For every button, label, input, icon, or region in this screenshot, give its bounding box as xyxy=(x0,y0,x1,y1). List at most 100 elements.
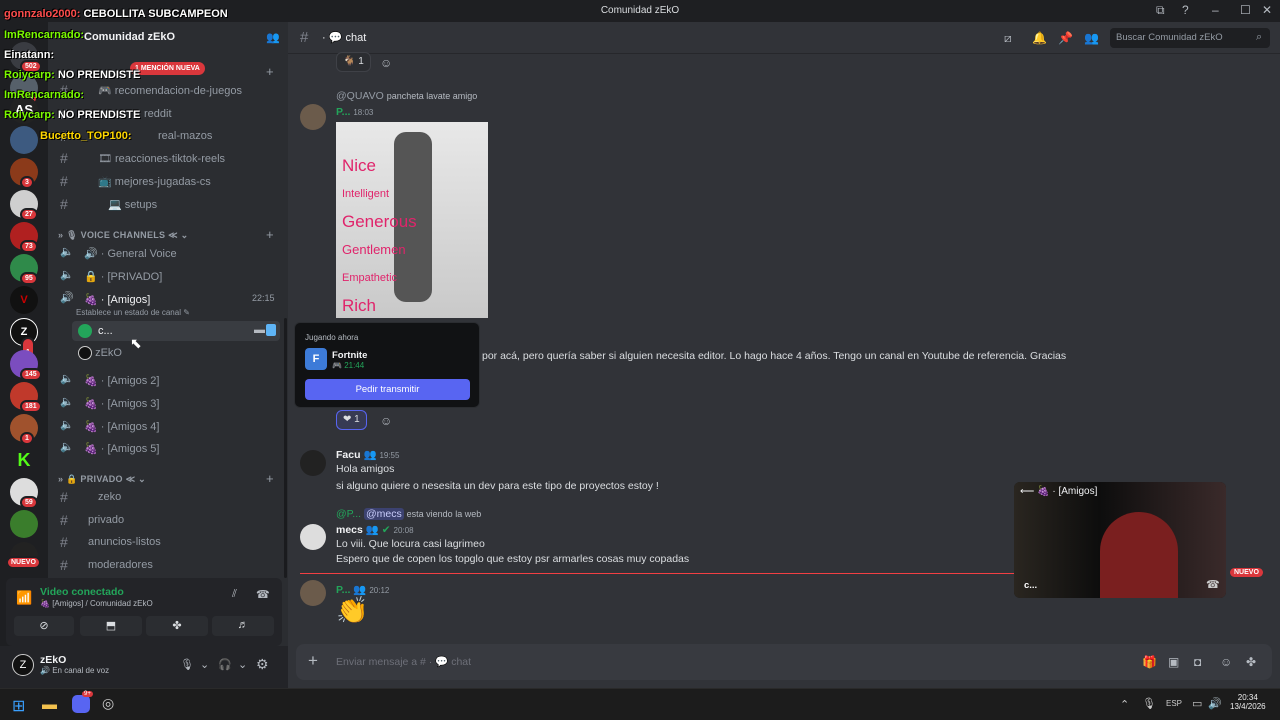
channel-item[interactable]: # privado xyxy=(58,510,280,530)
channel-status[interactable]: Establece un estado de canal ✎ xyxy=(76,308,190,317)
minimize-button[interactable]: – xyxy=(1212,3,1219,17)
channel-item[interactable]: # 📺 mejores-jugadas-cs xyxy=(58,171,280,191)
avatar[interactable] xyxy=(300,524,326,550)
avatar[interactable] xyxy=(300,104,326,130)
mention-pill[interactable]: 1 MENCIÓN NUEVA xyxy=(130,62,205,75)
disconnect-icon[interactable]: ☎ xyxy=(1206,578,1220,591)
server-icon[interactable]: 59 xyxy=(10,478,38,509)
disconnect-icon[interactable]: ☎ xyxy=(256,588,270,601)
signal-icon[interactable]: 📶 xyxy=(16,590,32,606)
request-stream-button[interactable]: Pedir transmitir xyxy=(305,379,470,400)
voice-status[interactable]: Video conectado xyxy=(40,586,124,598)
message-text: por acá, pero quería saber si alguien ne… xyxy=(482,350,1067,362)
pin-icon[interactable]: 📌 xyxy=(1058,31,1073,45)
file-explorer-icon[interactable]: ▬ xyxy=(42,696,57,713)
server-icon[interactable]: 73 xyxy=(10,222,38,253)
server-icon[interactable]: 181 xyxy=(10,382,42,413)
voice-channel-item-active[interactable]: 🔊 🍇 · [Amigos] 22:15 xyxy=(58,289,280,309)
reply-reference[interactable]: @QUAVO pancheta lavate amigo xyxy=(336,90,477,102)
server-icon[interactable]: 27 xyxy=(10,190,38,221)
voice-channel-item[interactable]: 🔈 🍇 · [Amigos 2] xyxy=(58,370,280,390)
channel-item[interactable]: # moderadores xyxy=(58,555,280,575)
channel-item[interactable]: # 🎞 reacciones-tiktok-reels xyxy=(58,148,280,168)
avatar[interactable] xyxy=(300,580,326,606)
close-button[interactable]: ✕ xyxy=(1262,3,1272,17)
volume-icon[interactable]: 🔊 xyxy=(1208,697,1222,710)
kick-server-icon[interactable]: K xyxy=(10,446,38,474)
sticker-icon[interactable]: ◘ xyxy=(1194,655,1201,669)
clock[interactable]: 20:34 13/4/2026 xyxy=(1230,693,1266,711)
headphones-icon[interactable]: 🎧 xyxy=(218,658,232,671)
add-attachment-icon[interactable]: + xyxy=(308,651,318,671)
help-icon[interactable]: ? xyxy=(1182,3,1189,17)
chevron-down-icon[interactable]: ⌄ xyxy=(200,658,209,671)
add-channel-icon[interactable]: + xyxy=(266,64,274,79)
search-input[interactable]: Buscar Comunidad zEkO ⌕ xyxy=(1110,28,1270,48)
server-icon[interactable]: NUEVO xyxy=(6,542,41,570)
voice-user-row[interactable]: zEkO xyxy=(78,346,122,360)
server-icon[interactable]: 1 xyxy=(10,414,38,445)
voice-channel-item[interactable]: 🔈 🍇 · [Amigos 5] xyxy=(58,438,280,458)
noise-suppression-icon[interactable]: ⫽ xyxy=(232,588,237,601)
gif-icon[interactable]: ▣ xyxy=(1168,655,1179,669)
channel-item[interactable]: # 💻 setups xyxy=(58,194,280,214)
reaction-pill[interactable]: ❤ 1 xyxy=(336,410,367,430)
voice-channel-item[interactable]: 🔈 🔒 · [PRIVADO] xyxy=(58,266,280,286)
screen-share-icon[interactable]: ⧉ xyxy=(1156,3,1165,18)
add-channel-icon[interactable]: + xyxy=(266,227,274,242)
language-indicator[interactable]: ESP xyxy=(1166,699,1182,708)
gift-icon[interactable]: 🎁 xyxy=(1142,655,1157,669)
threads-icon[interactable]: ⧄ xyxy=(1004,31,1012,46)
category-voice[interactable]: » 🎙 VOICE CHANNELS ≪ ⌄ xyxy=(58,230,189,241)
channel-item[interactable]: # anuncios-listos xyxy=(58,532,280,552)
voice-location[interactable]: 🍇 [Amigos] / Comunidad zEkO xyxy=(40,599,153,608)
voice-channel-item[interactable]: 🔈 🔊 · General Voice xyxy=(58,243,280,263)
voice-user-row[interactable]: c... ▬ xyxy=(72,321,280,341)
chevron-up-icon[interactable]: ⌃ xyxy=(1120,698,1129,711)
add-reaction-icon[interactable]: ☺ xyxy=(380,414,392,428)
screen-share-button[interactable]: ⬒ xyxy=(80,616,142,636)
gear-icon[interactable]: ⚙ xyxy=(256,656,269,673)
chevron-down-icon[interactable]: ⌄ xyxy=(238,658,247,671)
avatar[interactable] xyxy=(300,450,326,476)
add-member-icon[interactable]: 👥 xyxy=(266,31,280,44)
overlay-line: ImRencarnado: xyxy=(4,89,85,101)
server-icon-active[interactable]: Z1 xyxy=(10,318,38,369)
apps-icon[interactable]: ✤ xyxy=(1246,655,1256,669)
server-icon[interactable] xyxy=(10,126,38,154)
server-icon[interactable]: 95 xyxy=(10,254,38,285)
bell-icon[interactable]: 🔔 xyxy=(1032,31,1047,45)
message-image[interactable]: Nice Intelligent Generous Gentlemen Empa… xyxy=(336,122,488,318)
microphone-icon[interactable]: 🎙 xyxy=(1142,697,1156,710)
message-input[interactable]: Enviar mensaje a # · 💬 chat xyxy=(336,655,471,668)
server-icon[interactable] xyxy=(10,510,38,538)
discord-taskbar-icon[interactable] xyxy=(72,695,90,713)
category-private[interactable]: » 🔒 PRIVADO ≪ ⌄ xyxy=(58,474,146,485)
server-icon[interactable]: 3 xyxy=(10,158,38,189)
stream-preview[interactable]: ⟵ 🍇 · [Amigos] c... ☎ xyxy=(1014,482,1226,598)
reaction-pill[interactable]: 🐐 1 xyxy=(336,52,371,72)
obs-icon[interactable]: ◎ xyxy=(102,695,114,712)
voice-channel-item[interactable]: 🔈 🍇 · [Amigos 3] xyxy=(58,393,280,413)
camera-off-button[interactable]: ⊘ xyxy=(14,616,74,636)
activities-button[interactable]: ✤ xyxy=(146,616,208,636)
server-icon[interactable]: V xyxy=(10,286,38,314)
emoji-icon[interactable]: ☺ xyxy=(1220,655,1232,669)
server-name[interactable]: Comunidad zEkO xyxy=(84,31,175,43)
windows-start-icon[interactable]: ⊞ xyxy=(12,696,25,716)
channel-item[interactable]: # zeko xyxy=(58,487,280,507)
members-icon[interactable]: 👥 xyxy=(1084,31,1099,45)
user-name[interactable]: zEkO xyxy=(40,654,66,666)
voice-channel-item[interactable]: 🔈 🍇 · [Amigos 4] xyxy=(58,416,280,436)
add-channel-icon[interactable]: + xyxy=(266,471,274,486)
soundboard-button[interactable]: ♬ xyxy=(212,616,274,636)
network-icon[interactable]: ▭ xyxy=(1192,697,1202,710)
maximize-button[interactable]: ☐ xyxy=(1240,3,1251,17)
reply-reference[interactable]: @P... @mecs esta viendo la web xyxy=(336,508,481,520)
channel-item[interactable]: # 🎮 recomendacion-de-juegos xyxy=(58,80,280,100)
avatar[interactable]: Z xyxy=(12,654,34,676)
server-icon[interactable]: 145 xyxy=(10,350,42,381)
add-reaction-icon[interactable]: ☺ xyxy=(380,56,392,70)
sidebar-scrollbar[interactable] xyxy=(284,318,287,578)
microphone-icon[interactable]: 🎙 xyxy=(180,658,194,671)
